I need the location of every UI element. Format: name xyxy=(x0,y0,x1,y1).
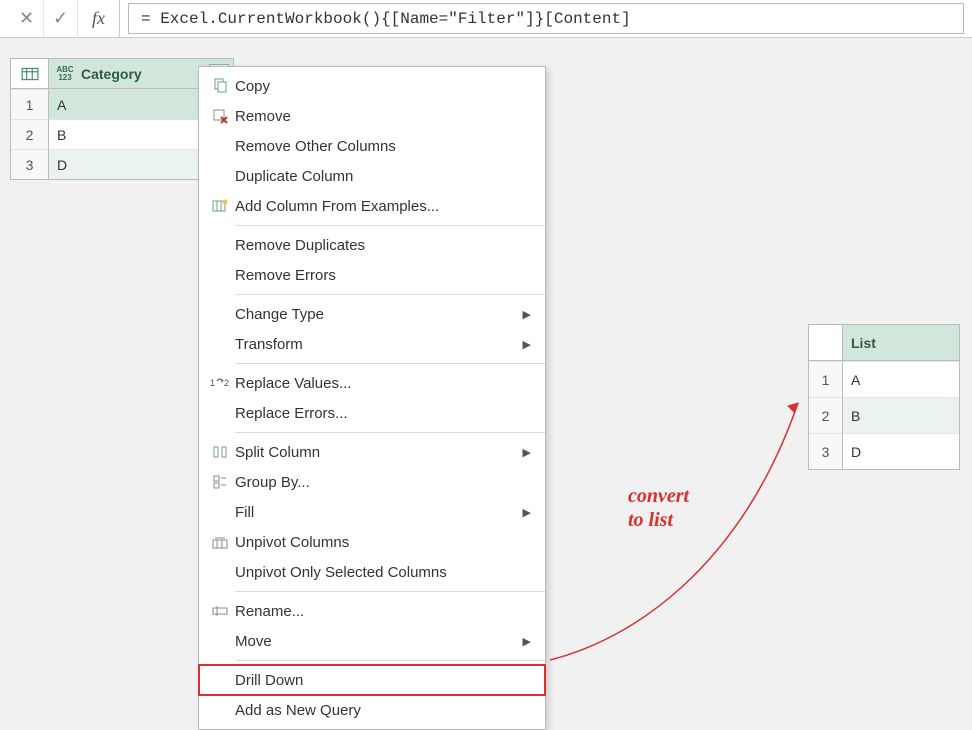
column-type-icon: ABC 123 xyxy=(55,65,75,83)
row-number[interactable]: 1 xyxy=(809,361,843,397)
row-number[interactable]: 2 xyxy=(11,119,49,149)
row-number[interactable]: 3 xyxy=(11,149,49,179)
menu-remove[interactable]: Remove xyxy=(199,101,545,131)
menu-split-column[interactable]: Split Column ▶ xyxy=(199,437,545,467)
menu-duplicate-column[interactable]: Duplicate Column xyxy=(199,161,545,191)
formula-input[interactable]: = Excel.CurrentWorkbook(){[Name="Filter"… xyxy=(128,3,964,34)
menu-add-as-new-query[interactable]: Add as New Query xyxy=(199,695,545,725)
menu-remove-duplicates[interactable]: Remove Duplicates xyxy=(199,230,545,260)
result-list-table: List 1 A 2 B 3 D xyxy=(808,324,960,470)
accept-button[interactable]: ✓ xyxy=(44,0,78,37)
row-number[interactable]: 3 xyxy=(809,433,843,469)
menu-change-type[interactable]: Change Type ▶ xyxy=(199,299,545,329)
submenu-arrow-icon: ▶ xyxy=(523,338,531,351)
svg-text:2: 2 xyxy=(224,378,229,388)
cancel-button[interactable]: ✕ xyxy=(10,0,44,37)
menu-copy[interactable]: Copy xyxy=(199,71,545,101)
menu-remove-other-columns[interactable]: Remove Other Columns xyxy=(199,131,545,161)
row-number[interactable]: 1 xyxy=(11,89,49,119)
menu-add-column-from-examples[interactable]: Add Column From Examples... xyxy=(199,191,545,221)
remove-icon xyxy=(205,108,235,124)
menu-drill-down[interactable]: Drill Down xyxy=(199,665,545,695)
fx-label[interactable]: fx xyxy=(78,0,120,37)
copy-icon xyxy=(205,78,235,94)
menu-remove-errors[interactable]: Remove Errors xyxy=(199,260,545,290)
menu-move[interactable]: Move ▶ xyxy=(199,626,545,656)
select-all-corner[interactable] xyxy=(11,59,49,89)
menu-separator xyxy=(235,660,545,661)
menu-separator xyxy=(235,432,545,433)
list-header[interactable]: List xyxy=(843,325,959,361)
menu-separator xyxy=(235,225,545,226)
menu-separator xyxy=(235,363,545,364)
replace-icon: 12 xyxy=(205,376,235,390)
submenu-arrow-icon: ▶ xyxy=(523,506,531,519)
column-context-menu: Copy Remove Remove Other Columns Duplica… xyxy=(198,66,546,730)
group-icon xyxy=(205,474,235,490)
formula-bar: ✕ ✓ fx = Excel.CurrentWorkbook(){[Name="… xyxy=(0,0,972,38)
unpivot-icon xyxy=(205,534,235,550)
menu-unpivot-selected[interactable]: Unpivot Only Selected Columns xyxy=(199,557,545,587)
select-all-corner[interactable] xyxy=(809,325,843,361)
examples-icon xyxy=(205,198,235,214)
menu-replace-values[interactable]: 12 Replace Values... xyxy=(199,368,545,398)
menu-replace-errors[interactable]: Replace Errors... xyxy=(199,398,545,428)
column-header-label: Category xyxy=(81,66,142,82)
menu-fill[interactable]: Fill ▶ xyxy=(199,497,545,527)
submenu-arrow-icon: ▶ xyxy=(523,635,531,648)
menu-transform[interactable]: Transform ▶ xyxy=(199,329,545,359)
annotation-text: convert to list xyxy=(628,484,689,532)
split-icon xyxy=(205,444,235,460)
rename-icon xyxy=(205,603,235,619)
submenu-arrow-icon: ▶ xyxy=(523,308,531,321)
list-cell[interactable]: B xyxy=(843,397,959,433)
menu-group-by[interactable]: Group By... xyxy=(199,467,545,497)
submenu-arrow-icon: ▶ xyxy=(523,446,531,459)
list-cell[interactable]: D xyxy=(843,433,959,469)
list-cell[interactable]: A xyxy=(843,361,959,397)
svg-text:1: 1 xyxy=(210,378,215,388)
menu-separator xyxy=(235,591,545,592)
menu-rename[interactable]: Rename... xyxy=(199,596,545,626)
menu-unpivot-columns[interactable]: Unpivot Columns xyxy=(199,527,545,557)
row-number[interactable]: 2 xyxy=(809,397,843,433)
menu-separator xyxy=(235,294,545,295)
